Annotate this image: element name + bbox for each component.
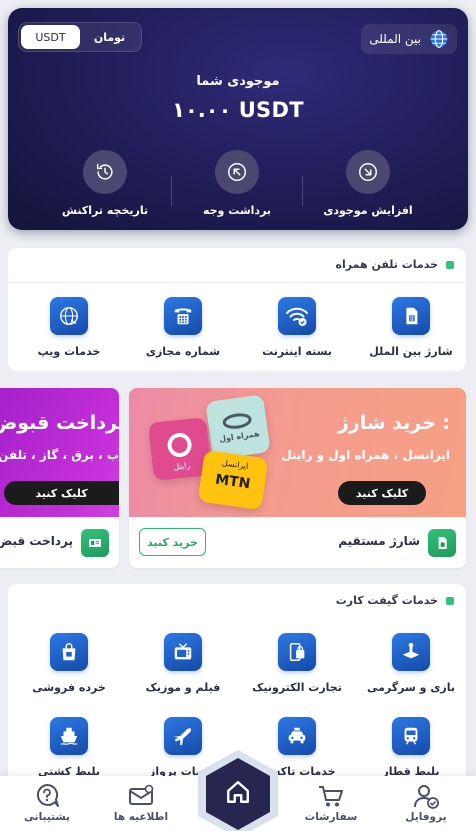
- wallet-card: بین المللی USDT تومان موجودی شما ۱۰.۰۰ U…: [8, 8, 468, 230]
- banner-footer: شارژ مستقیم خرید کنید: [129, 517, 466, 568]
- deposit-label: افزایش موجودی: [323, 204, 413, 217]
- hamrah-aval-mark-icon: [222, 413, 252, 429]
- banner-title: خرید شارژ :: [337, 412, 450, 434]
- withdraw-label: برداشت وجه: [202, 204, 272, 217]
- section-bullet: [446, 596, 454, 605]
- gift-movie-music[interactable]: فیلم و موزیک: [128, 633, 238, 694]
- currency-toggle: USDT تومان: [18, 22, 142, 52]
- gift-games[interactable]: بازی و سرگرمی: [356, 633, 466, 694]
- mobile-services-card: خدمات تلفن همراه شارژ بین الملل بسته این…: [8, 248, 466, 371]
- gift-train-ticket[interactable]: بلیط قطار: [356, 717, 466, 778]
- nav-label: پشتیبانی: [24, 811, 70, 823]
- mtn-text: MTN: [214, 471, 252, 493]
- airplane-icon: [173, 728, 192, 746]
- divider: [171, 176, 172, 206]
- ship-icon: [60, 727, 78, 745]
- globe-icon: [430, 30, 448, 48]
- nav-label: سفارشات: [304, 811, 358, 823]
- cart-icon: [319, 786, 343, 807]
- deposit-arrow-icon: [359, 163, 377, 181]
- tv-icon: [174, 643, 192, 660]
- ecommerce-icon: [289, 643, 305, 661]
- charge-promo-banner[interactable]: همراه اول رایتل ایرانسل MTN خرید شارژ : …: [129, 388, 466, 568]
- history-icon: [96, 163, 113, 180]
- sim-card-icon: [438, 537, 447, 549]
- service-label: شارژ بین الملل: [369, 345, 453, 358]
- direct-charge-icon: [428, 529, 456, 557]
- train-icon: [404, 727, 418, 745]
- taxi-icon: [288, 727, 306, 744]
- hamrah-aval-logo: همراه اول: [205, 394, 271, 460]
- gift-ecommerce[interactable]: تجارت الکترونیک: [242, 633, 352, 694]
- game-icon: [402, 642, 420, 659]
- service-label: فیلم و موزیک: [145, 681, 221, 694]
- history-label: تاریخچه تراکنش: [61, 204, 149, 217]
- banner-footer: پرداخت قبض: [0, 517, 119, 568]
- buy-button[interactable]: خرید کنید: [139, 528, 206, 556]
- region-label: بین المللی: [369, 32, 421, 46]
- service-international-charge[interactable]: شارژ بین الملل: [356, 297, 466, 358]
- banner-click-button[interactable]: کلیک کنید: [338, 481, 426, 505]
- service-label: بسته اینترنت: [262, 345, 332, 358]
- gift-ship-ticket[interactable]: بلیط کشتی: [14, 717, 124, 778]
- section-bullet: [446, 260, 454, 269]
- gift-services-title: خدمات گیفت کارت: [335, 594, 438, 607]
- balance-value: ۱۰.۰۰ USDT: [172, 98, 304, 122]
- divider: [302, 176, 303, 206]
- support-icon: [36, 783, 59, 807]
- service-voip[interactable]: خدمات ویپ: [14, 297, 124, 358]
- shopping-bag-icon: [62, 643, 76, 661]
- service-label: بازی و سرگرمی: [366, 681, 455, 694]
- banner-title: پرداخت قبوض: [0, 412, 119, 434]
- bill-payment-label: پرداخت قبض: [0, 534, 73, 548]
- voip-globe-icon: [60, 307, 78, 325]
- balance-label: موجودی شما: [196, 74, 280, 89]
- phone-keypad-icon: [174, 308, 192, 325]
- service-label: خدمات ویپ: [37, 345, 101, 358]
- region-selector[interactable]: بین المللی: [361, 24, 457, 54]
- irancell-logo: ایرانسل MTN: [197, 449, 269, 511]
- service-virtual-number[interactable]: شماره مجازی: [128, 297, 238, 358]
- service-internet-package[interactable]: بسته اینترنت: [242, 297, 352, 358]
- nav-notifications[interactable]: اطلاعیه ها: [96, 783, 186, 823]
- service-label: خرده فروشی: [32, 681, 106, 694]
- banner-artwork: پرداخت قبوض آب ، برق ، گاز ، تلفن کلیک ک…: [0, 388, 119, 517]
- gift-retail[interactable]: خرده فروشی: [14, 633, 124, 694]
- home-button[interactable]: [192, 748, 284, 831]
- currency-option-toman[interactable]: تومان: [80, 25, 139, 49]
- banner-subtitle: آب ، برق ، گاز ، تلفن: [0, 448, 119, 462]
- bill-payment-banner[interactable]: پرداخت قبوض آب ، برق ، گاز ، تلفن کلیک ک…: [0, 388, 119, 568]
- banner-click-button[interactable]: کلیک کنید: [4, 481, 119, 505]
- bill-payment-icon: [81, 529, 109, 557]
- service-label: شماره مجازی: [145, 345, 221, 358]
- nav-label: اطلاعیه ها: [113, 811, 169, 823]
- profile-icon: [414, 785, 439, 809]
- home-icon: [227, 781, 249, 803]
- section-title: خدمات تلفن همراه: [336, 258, 454, 271]
- nav-profile[interactable]: پروفایل: [381, 783, 471, 823]
- nav-label: پروفایل: [405, 811, 447, 823]
- section-title: خدمات گیفت کارت: [336, 594, 454, 607]
- currency-option-usdt[interactable]: USDT: [21, 25, 80, 49]
- sim-card-icon: [406, 307, 418, 325]
- wifi-icon: [286, 307, 308, 326]
- mobile-services-title: خدمات تلفن همراه: [335, 258, 438, 271]
- withdraw-button[interactable]: برداشت وجه: [177, 150, 297, 217]
- divider: [8, 282, 466, 283]
- withdraw-arrow-icon: [228, 163, 246, 181]
- mail-icon: [129, 784, 154, 805]
- banner-subtitle: ایرانسل ، همراه اول و رایتل: [281, 448, 450, 462]
- direct-charge-label: شارژ مستقیم: [338, 534, 420, 548]
- bill-icon: [89, 539, 101, 547]
- history-button[interactable]: تاریخچه تراکنش: [45, 150, 165, 217]
- deposit-button[interactable]: افزایش موجودی: [308, 150, 428, 217]
- nav-support[interactable]: پشتیبانی: [2, 783, 92, 823]
- banner-artwork: همراه اول رایتل ایرانسل MTN خرید شارژ : …: [129, 388, 466, 517]
- nav-orders[interactable]: سفارشات: [286, 783, 376, 823]
- service-label: تجارت الکترونیک: [252, 681, 342, 694]
